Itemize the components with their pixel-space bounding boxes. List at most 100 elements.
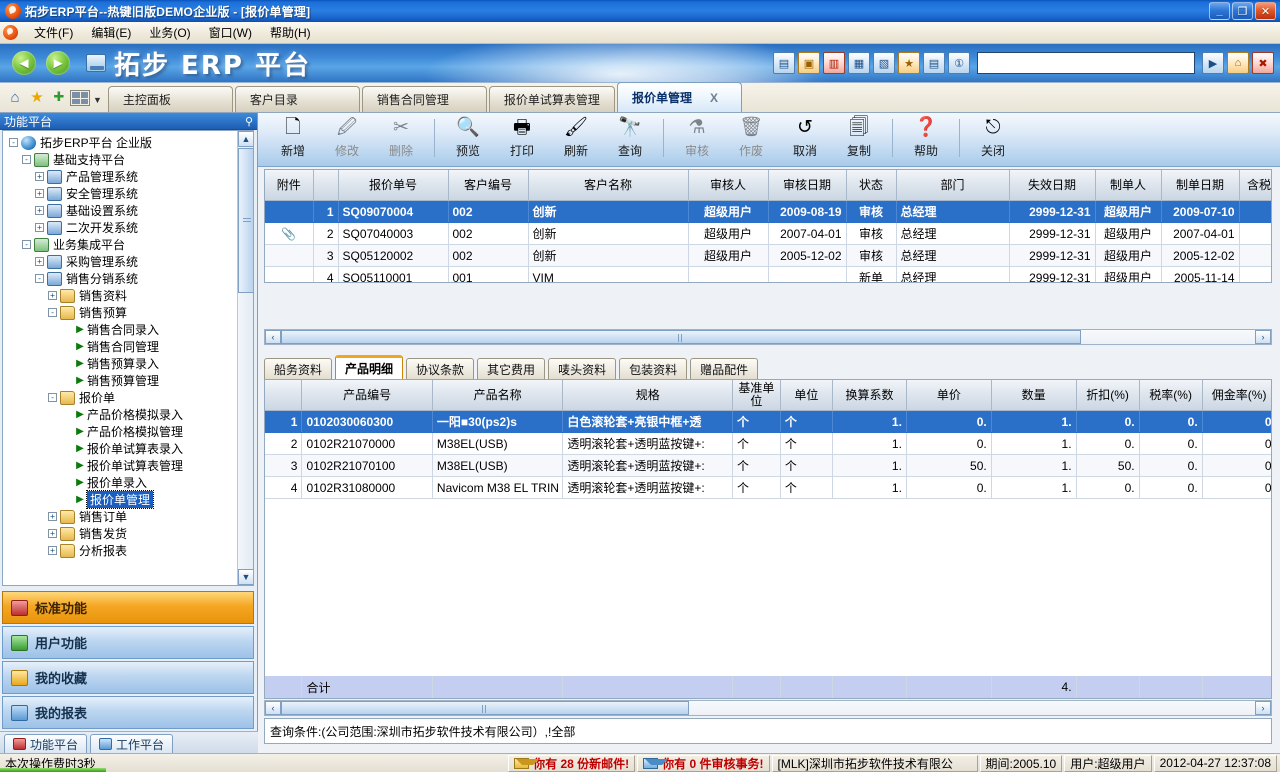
tree-node[interactable]: ▶报价单录入 — [5, 474, 253, 491]
pin-icon[interactable]: ⚲ — [245, 115, 253, 128]
collapse-icon[interactable]: - — [9, 138, 18, 147]
tree-node[interactable]: ▶产品价格模拟管理 — [5, 423, 253, 440]
new-mail-cell[interactable]: 你有 28 份新邮件! — [508, 755, 635, 772]
add-favorite-icon[interactable]: ✚ — [48, 85, 70, 109]
maximize-button[interactable]: ❐ — [1232, 2, 1253, 20]
menu-item-file[interactable]: 文件(F) — [25, 22, 82, 43]
detail-tab-2[interactable]: 产品明细 — [335, 355, 403, 379]
exit-icon[interactable]: ✖ — [1252, 52, 1274, 74]
toolbar-button-4[interactable]: 🔍预览 — [441, 116, 495, 159]
tree-node[interactable]: -销售分销系统 — [5, 270, 253, 287]
tree-node[interactable]: -业务集成平台 — [5, 236, 253, 253]
toolbar-button-10[interactable]: ↺取消 — [778, 116, 832, 159]
toolbar-button-1[interactable]: 🗋新增 — [266, 116, 320, 159]
tree-scrollbar[interactable]: ▲ ▼ — [237, 131, 253, 585]
tree-node[interactable]: ▶报价单试算表录入 — [5, 440, 253, 457]
column-header[interactable] — [265, 380, 302, 411]
home-icon[interactable]: ⌂ — [4, 85, 26, 109]
tree-node[interactable]: ▶产品价格模拟录入 — [5, 406, 253, 423]
tree-node[interactable]: ▶销售预算管理 — [5, 372, 253, 389]
column-header[interactable]: 部门 — [896, 170, 1009, 201]
column-header[interactable]: 产品名称 — [432, 380, 562, 411]
audit-task-cell[interactable]: 你有 0 件审核事务! — [637, 755, 769, 772]
expand-icon[interactable]: + — [35, 206, 44, 215]
toolbar-button-6[interactable]: 🖌刷新 — [549, 116, 603, 159]
toolbar-button-5[interactable]: 🖶打印 — [495, 116, 549, 159]
tab-3[interactable]: 销售合同管理 — [362, 86, 487, 112]
detail-tab-7[interactable]: 赠品配件 — [690, 358, 758, 379]
menu-item-business[interactable]: 业务(O) — [140, 22, 199, 43]
tree-node[interactable]: +采购管理系统 — [5, 253, 253, 270]
tab-1[interactable]: 主控面板 — [108, 86, 233, 112]
notebook-icon[interactable]: ▥ — [823, 52, 845, 74]
tree-node[interactable]: +基础设置系统 — [5, 202, 253, 219]
column-header[interactable]: 客户名称 — [528, 170, 688, 201]
column-header[interactable]: 含税金额(原币) — [1239, 170, 1272, 201]
tree-node[interactable]: +安全管理系统 — [5, 185, 253, 202]
detail-tab-5[interactable]: 唛头资料 — [548, 358, 616, 379]
tab-grid-view-button[interactable] — [70, 90, 90, 106]
minimize-button[interactable]: _ — [1209, 2, 1230, 20]
tree-node[interactable]: ▶销售合同管理 — [5, 338, 253, 355]
master-scroll-track[interactable] — [281, 330, 1255, 344]
table-row[interactable]: 30102R21070100M38EL(USB)透明滚轮套+透明蓝按键+:个个1… — [265, 455, 1272, 477]
table-row[interactable]: 10102030060300一阳■30(ps2)s白色滚轮套+亮银中框+透个个1… — [265, 411, 1272, 433]
star-icon[interactable]: ★ — [26, 85, 48, 109]
expand-icon[interactable]: + — [35, 223, 44, 232]
sidebar-tab-work-platform[interactable]: 工作平台 — [90, 734, 173, 753]
column-header[interactable]: 税率(%) — [1139, 380, 1202, 411]
column-header[interactable]: 单价 — [906, 380, 991, 411]
tree-node[interactable]: +销售订单 — [5, 508, 253, 525]
column-header[interactable]: 数量 — [991, 380, 1076, 411]
tree-scroll-down-button[interactable]: ▼ — [238, 569, 254, 585]
detail-tab-1[interactable]: 船务资料 — [264, 358, 332, 379]
column-header[interactable]: 审核日期 — [768, 170, 846, 201]
tab-5[interactable]: 报价单管理X — [617, 82, 742, 112]
master-grid-hscrollbar[interactable]: ‹ › — [264, 329, 1272, 345]
clock-icon[interactable]: ① — [948, 52, 970, 74]
table-row[interactable]: 1SQ09070004002创新超级用户2009-08-19审核总经理2999-… — [265, 201, 1272, 223]
expand-icon[interactable]: + — [48, 512, 57, 521]
forward-button[interactable]: ► — [46, 51, 70, 75]
collapse-icon[interactable]: - — [48, 393, 57, 402]
expand-icon[interactable]: + — [48, 529, 57, 538]
tree-node[interactable]: +产品管理系统 — [5, 168, 253, 185]
tree-node[interactable]: ▶报价单管理 — [5, 491, 253, 508]
list-icon[interactable]: ▤ — [923, 52, 945, 74]
global-search-input[interactable] — [978, 53, 1194, 73]
back-button[interactable]: ◄ — [12, 51, 36, 75]
tree-node[interactable]: ▶报价单试算表管理 — [5, 457, 253, 474]
column-header[interactable]: 基准单位 — [733, 380, 781, 411]
tree-node[interactable]: +二次开发系统 — [5, 219, 253, 236]
expand-icon[interactable]: + — [35, 172, 44, 181]
favorites-icon[interactable]: ★ — [898, 52, 920, 74]
expand-icon[interactable]: + — [48, 546, 57, 555]
toolbar-button-13[interactable]: ⎋关闭 — [966, 116, 1020, 159]
detail-grid[interactable]: 产品编号产品名称规格基准单位单位换算系数单价数量折扣(%)税率(%)佣金率(%)… — [264, 379, 1272, 699]
detail-tab-4[interactable]: 其它费用 — [477, 358, 545, 379]
sidebar-button-1[interactable]: 标准功能 — [2, 591, 254, 624]
tree-node[interactable]: -销售预算 — [5, 304, 253, 321]
export-icon[interactable]: ▣ — [798, 52, 820, 74]
column-header[interactable]: 附件 — [265, 170, 313, 201]
global-search-box[interactable] — [977, 52, 1195, 74]
table-row[interactable]: 3SQ05120002002创新超级用户2005-12-02审核总经理2999-… — [265, 245, 1272, 267]
column-header[interactable]: 状态 — [846, 170, 896, 201]
search-go-icon[interactable]: ▶ — [1202, 52, 1224, 74]
detail-scroll-thumb[interactable] — [281, 701, 689, 715]
master-scroll-right-button[interactable]: › — [1255, 330, 1271, 344]
home-shortcut-icon[interactable]: ⌂ — [1227, 52, 1249, 74]
expand-icon[interactable]: + — [35, 257, 44, 266]
table-row[interactable]: 📎2SQ07040003002创新超级用户2007-04-01审核总经理2999… — [265, 223, 1272, 245]
column-header[interactable] — [313, 170, 338, 201]
toolbar-button-12[interactable]: ❓帮助 — [899, 116, 953, 159]
tree-scroll-up-button[interactable]: ▲ — [238, 131, 254, 147]
network-icon[interactable]: ▦ — [848, 52, 870, 74]
collapse-icon[interactable]: - — [22, 240, 31, 249]
column-header[interactable]: 失效日期 — [1009, 170, 1095, 201]
detail-tab-3[interactable]: 协议条款 — [406, 358, 474, 379]
tab-2[interactable]: 客户目录 — [235, 86, 360, 112]
table-row[interactable]: 40102R31080000Navicom M38 EL TRIN透明滚轮套+透… — [265, 477, 1272, 499]
column-header[interactable]: 客户编号 — [448, 170, 528, 201]
menu-item-help[interactable]: 帮助(H) — [261, 22, 320, 43]
